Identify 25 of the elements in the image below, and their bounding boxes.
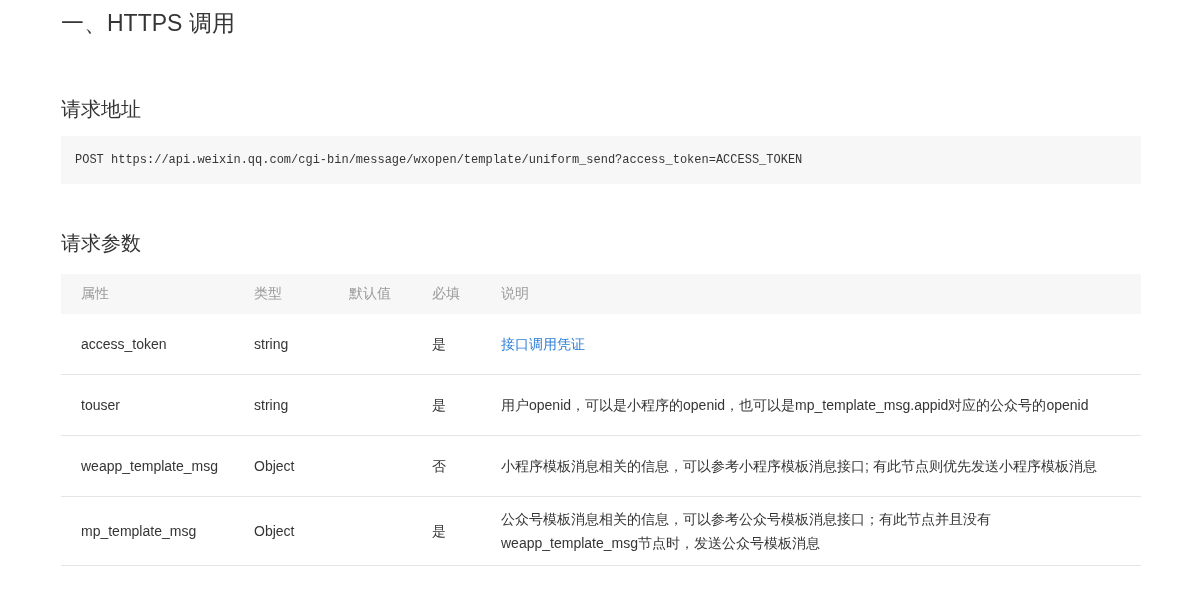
description-link[interactable]: 接口调用凭证 [501, 336, 585, 352]
table-cell: Object [254, 435, 349, 497]
table-cell: mp_template_msg [61, 496, 254, 566]
table-cell: 否 [432, 435, 501, 497]
table-cell: string [254, 374, 349, 436]
table-cell: touser [61, 374, 254, 436]
table-cell: 是 [432, 496, 501, 566]
section-heading: 请求地址 [61, 97, 142, 122]
code-block: POST https://api.weixin.qq.com/cgi-bin/message/wxopen/template/uniform_send?access_token=ACCESS_TOKEN [61, 136, 1141, 184]
table-cell: access_token [61, 314, 254, 375]
table-cell: string [254, 314, 349, 375]
column-header: 类型 [254, 274, 349, 314]
column-header: 说明 [501, 274, 1141, 314]
table-cell: weapp_template_msg [61, 435, 254, 497]
table-cell: 小程序模板消息相关的信息，可以参考小程序模板消息接口; 有此节点则优先发送小程序模板消息 [501, 435, 1141, 497]
column-header: 默认值 [349, 274, 432, 314]
table-cell: Object [254, 496, 349, 566]
table-cell: 公众号模板消息相关的信息，可以参考公众号模板消息接口；有此节点并且没有weapp_template_msg节点时，发送公众号模板消息 [501, 496, 1141, 566]
column-header: 必填 [432, 274, 501, 314]
column-header: 属性 [61, 274, 254, 314]
table-cell: 用户openid，可以是小程序的openid，也可以是mp_template_msg.appid对应的公众号的openid [501, 374, 1141, 436]
page-title: 一、HTTPS 调用 [61, 9, 236, 38]
table-cell: 是 [432, 314, 501, 375]
table-cell: 是 [432, 374, 501, 436]
section-heading: 请求参数 [61, 231, 142, 256]
